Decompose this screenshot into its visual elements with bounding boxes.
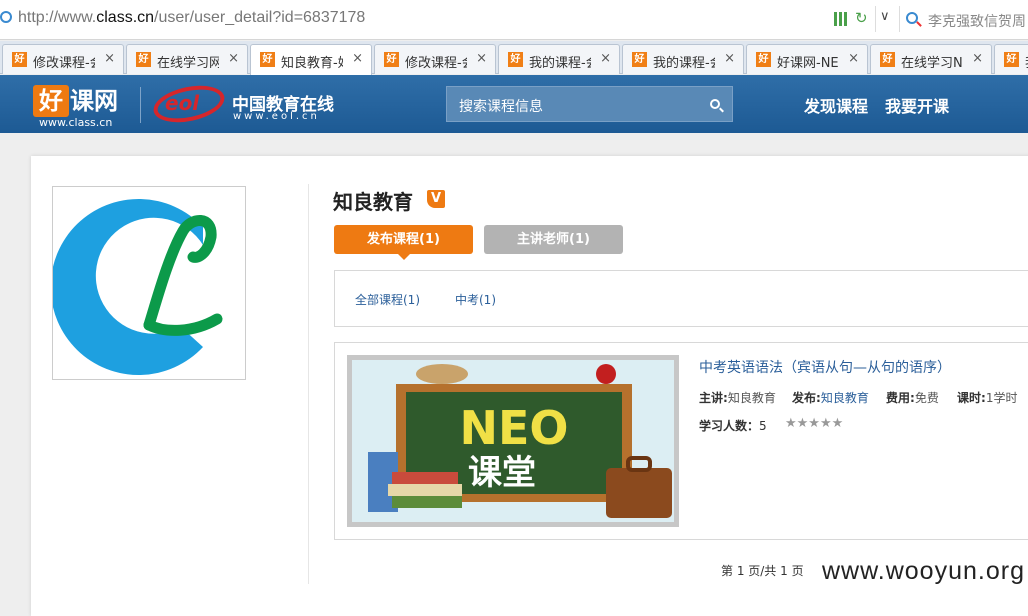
eol-logo[interactable]: eol [150, 79, 229, 129]
url-text[interactable]: http://www.class.cn/user/user_detail?id=… [18, 9, 365, 27]
divider [875, 6, 876, 32]
site-favicon-icon: 好 [12, 52, 27, 67]
course-card: NEO 课堂 中考英语语法（宾语从句—从句的语序） 主讲:知良教育 发布:知良教… [334, 342, 1028, 540]
tab[interactable]: 好在线学习NE× [870, 44, 992, 74]
tab-published-courses[interactable]: 发布课程(1) [334, 225, 473, 260]
tab[interactable]: 好我的课程-会× [498, 44, 620, 74]
site-favicon-icon: 好 [260, 52, 275, 67]
course-teacher: 主讲:知良教育 [699, 391, 776, 405]
course-thumbnail[interactable]: NEO 课堂 [347, 355, 679, 527]
divider [140, 87, 141, 123]
site-logo[interactable]: 好课网 www.class.cn [33, 85, 118, 129]
tab-active[interactable]: 好知良教育-好× [250, 44, 372, 75]
thumb-classroom-text: 课堂 [468, 453, 536, 493]
cl-logo-icon [50, 199, 223, 375]
watermark: www.wooyun.org [822, 557, 1025, 585]
tab-lead-teachers[interactable]: 主讲老师(1) [484, 225, 623, 254]
chevron-down-icon[interactable]: ∨ [880, 9, 890, 24]
page-title: 知良教育 [333, 190, 413, 214]
tab[interactable]: 好我 [994, 44, 1028, 74]
site-favicon-icon: 好 [632, 52, 647, 67]
search-icon[interactable] [710, 99, 720, 109]
tab[interactable]: 好好课网-NEC× [746, 44, 868, 74]
avatar [50, 186, 246, 380]
course-search-input[interactable]: 搜索课程信息 [446, 86, 733, 122]
close-icon[interactable]: × [104, 51, 115, 66]
tab[interactable]: 好修改课程-会× [374, 44, 496, 74]
tab[interactable]: 好我的课程-会× [622, 44, 744, 74]
course-title-link[interactable]: 中考英语语法（宾语从句—从句的语序） [699, 357, 951, 377]
category-filter: 全部课程(1) 中考(1) [334, 270, 1028, 327]
site-favicon-icon: 好 [508, 52, 523, 67]
close-icon[interactable]: × [600, 51, 611, 66]
nav-discover-courses[interactable]: 发现课程 [804, 93, 868, 117]
site-favicon-icon: 好 [880, 52, 895, 67]
rating-stars: ★★★★★ [785, 416, 844, 431]
publisher-link[interactable]: 知良教育 [821, 391, 869, 405]
divider [899, 6, 900, 32]
site-favicon-icon: 好 [384, 52, 399, 67]
site-favicon-icon: 好 [136, 52, 151, 67]
course-hours: 课时:1学时 [957, 391, 1018, 405]
course-fee: 费用:免费 [886, 391, 939, 405]
site-favicon-icon: 好 [756, 52, 771, 67]
eol-domain: www.eol.cn [233, 111, 320, 122]
student-count: 学习人数：5 [699, 419, 767, 433]
tab-strip: 好修改课程-会× 好在线学习网:× 好知良教育-好× 好修改课程-会× 好我的课… [0, 41, 1028, 75]
site-favicon-icon: 好 [1004, 52, 1019, 67]
close-icon[interactable]: × [352, 51, 363, 66]
close-icon[interactable]: × [228, 51, 239, 66]
browser-search-field[interactable]: 李克强致信贺周 [928, 11, 1026, 31]
thumb-neo-text: NEO [459, 401, 568, 455]
nav-open-course[interactable]: 我要开课 [885, 93, 949, 117]
close-icon[interactable]: × [724, 51, 735, 66]
site-header: 好课网 www.class.cn eol 中国教育在线 www.eol.cn 搜… [0, 75, 1028, 133]
verified-badge: V [427, 190, 445, 208]
address-bar[interactable]: http://www.class.cn/user/user_detail?id=… [0, 0, 1028, 40]
pagination-text: 第 1 页/共 1 页 [721, 564, 804, 578]
qr-code-icon[interactable] [834, 12, 848, 26]
refresh-icon[interactable]: ↻ [855, 9, 868, 27]
filter-all-courses[interactable]: 全部课程(1) [355, 291, 420, 308]
tab[interactable]: 好修改课程-会× [2, 44, 124, 74]
globe-icon [0, 11, 12, 23]
close-icon[interactable]: × [848, 51, 859, 66]
course-publisher: 发布:知良教育 [792, 391, 869, 405]
close-icon[interactable]: × [476, 51, 487, 66]
close-icon[interactable]: × [972, 51, 983, 66]
profile-panel: 知良教育 V 发布课程(1) 主讲老师(1) 全部课程(1) 中考(1) NEO… [31, 156, 1028, 616]
search-icon[interactable] [906, 12, 918, 24]
filter-zhongkao[interactable]: 中考(1) [455, 291, 496, 308]
divider [308, 184, 309, 584]
tab[interactable]: 好在线学习网:× [126, 44, 248, 74]
